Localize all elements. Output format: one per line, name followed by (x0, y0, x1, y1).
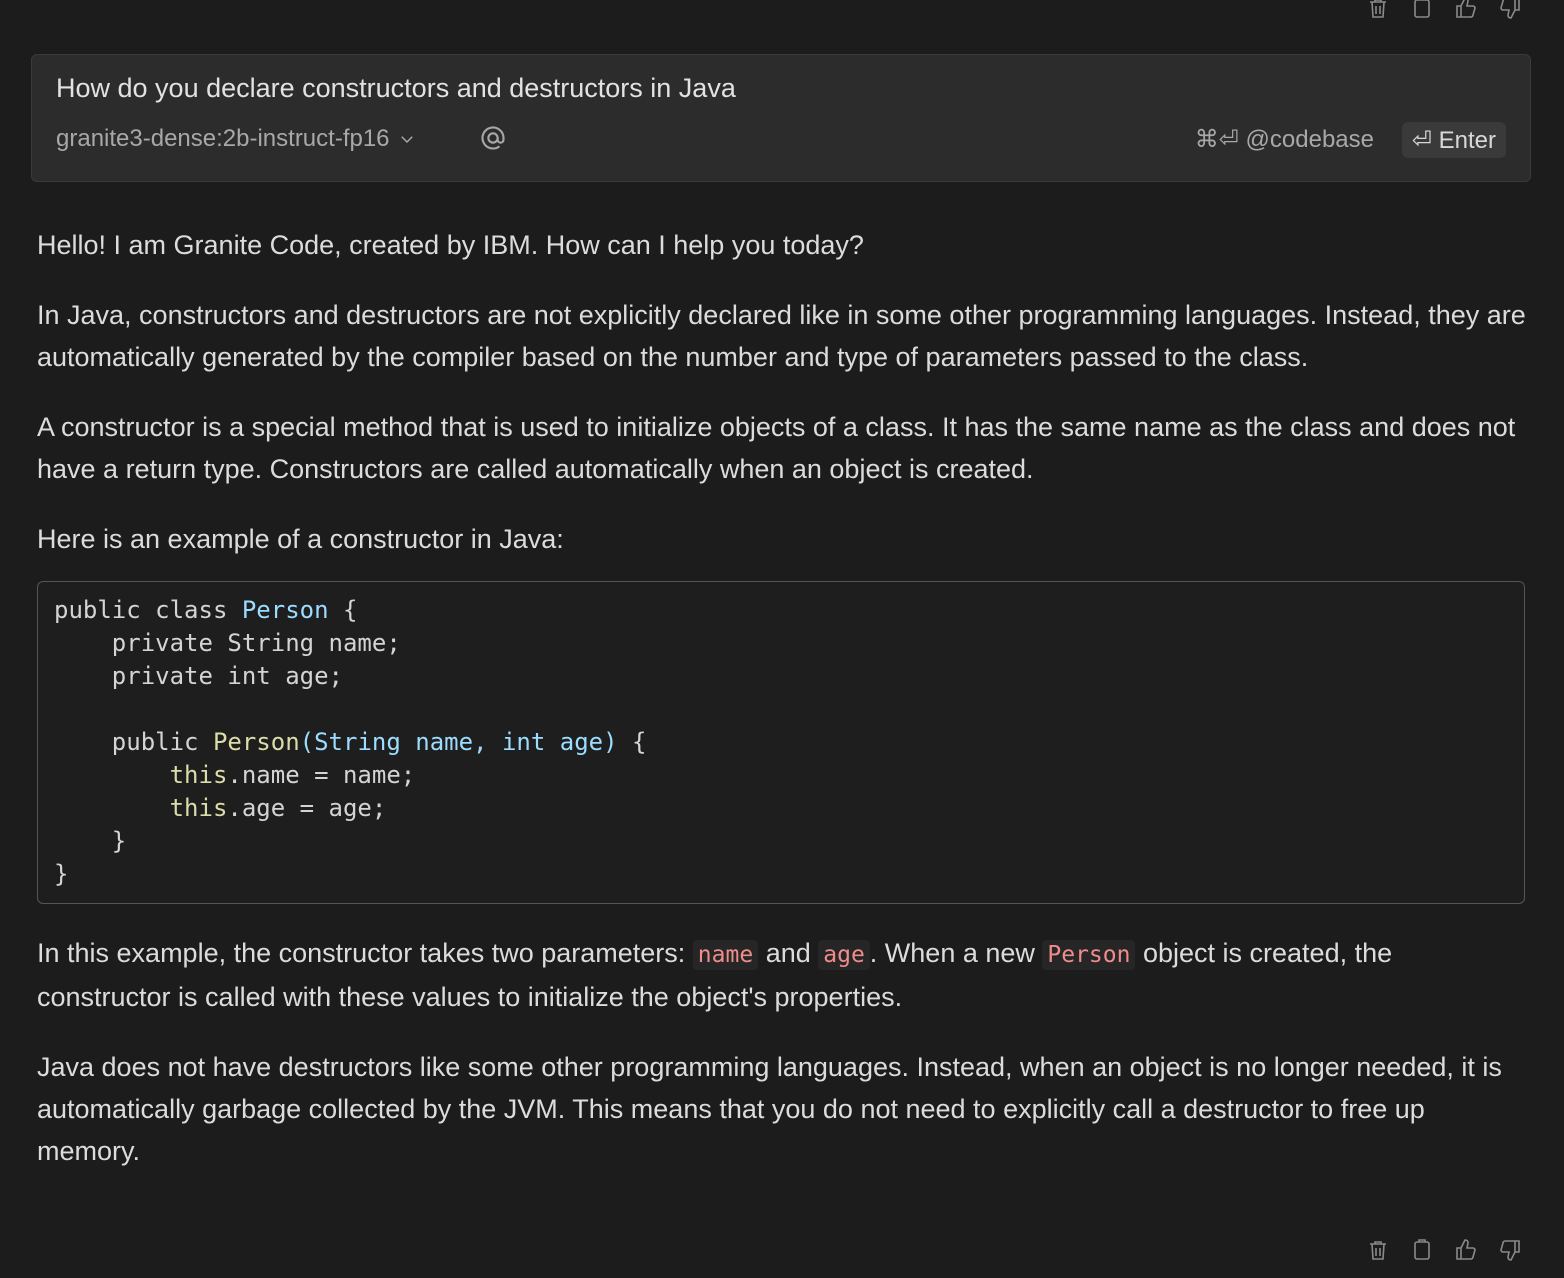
enter-button[interactable]: ⏎ Enter (1401, 122, 1506, 158)
message-actions-top (1364, 0, 1524, 22)
trash-icon[interactable] (1364, 1236, 1392, 1264)
response-paragraph: In this example, the constructor takes t… (37, 938, 1393, 1012)
code-line: private int age; (54, 662, 343, 690)
response-paragraph: In Java, constructors and destructors ar… (37, 300, 1526, 372)
model-selector[interactable]: granite3-dense:2b-instruct-fp16 (56, 125, 416, 153)
trash-icon[interactable] (1364, 0, 1392, 22)
thumbs-up-icon[interactable] (1452, 0, 1480, 22)
codebase-shortcut[interactable]: ⌘⏎ @codebase (1195, 125, 1374, 154)
inline-code: name (692, 940, 759, 970)
code-line: } (54, 827, 127, 855)
code-line: private String name; (54, 629, 401, 657)
code-line: } (54, 860, 69, 888)
model-name: granite3-dense:2b-instruct-fp16 (56, 125, 390, 152)
code-line: public Person(String name, int age) { (54, 728, 647, 756)
code-block[interactable]: public class Person { private String nam… (37, 581, 1525, 904)
thumbs-down-icon[interactable] (1496, 1236, 1524, 1264)
response-paragraph: Java does not have destructors like some… (37, 1052, 1502, 1166)
chevron-down-icon (400, 136, 413, 144)
inline-code: Person (1042, 940, 1136, 970)
clipboard-icon[interactable] (1408, 1236, 1436, 1264)
response-paragraph: Hello! I am Granite Code, created by IBM… (37, 230, 864, 260)
code-line: this.name = name; (169, 761, 416, 789)
code-line: public class Person { (54, 596, 358, 624)
inline-code: age (818, 940, 870, 970)
assistant-response: Hello! I am Granite Code, created by IBM… (37, 224, 1527, 1200)
message-actions-bottom (1364, 1236, 1524, 1264)
clipboard-icon[interactable] (1408, 0, 1436, 22)
thumbs-down-icon[interactable] (1496, 0, 1524, 22)
user-prompt-box[interactable]: How do you declare constructors and dest… (31, 54, 1531, 182)
response-paragraph: Here is an example of a constructor in J… (37, 524, 564, 554)
at-mention-icon[interactable] (478, 123, 508, 153)
prompt-text[interactable]: How do you declare constructors and dest… (56, 73, 736, 104)
response-paragraph: A constructor is a special method that i… (37, 412, 1516, 484)
thumbs-up-icon[interactable] (1452, 1236, 1480, 1264)
code-line: this.age = age; (169, 794, 387, 822)
